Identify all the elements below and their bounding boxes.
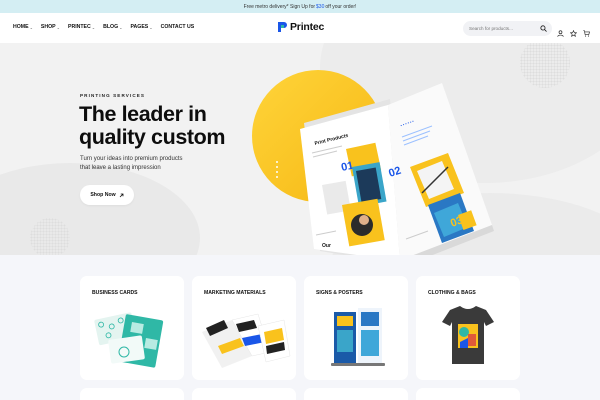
hero-headline-line: quality custom <box>79 125 226 149</box>
star-icon[interactable] <box>569 24 578 37</box>
brochure-illustration: Print Products 01 Our • • • • • • 02 03 <box>300 83 494 255</box>
user-icon[interactable] <box>557 24 564 37</box>
hero-section: PRINTING SERVICES The leader in quality … <box>0 43 600 255</box>
cart-icon[interactable] <box>583 24 590 37</box>
chevron-down-icon: ⌄ <box>119 24 123 30</box>
svg-text:Our: Our <box>322 243 331 249</box>
category-card-signs-posters[interactable]: SIGNS & POSTERS <box>304 276 408 380</box>
nav-item-contact[interactable]: CONTACT US <box>161 24 195 30</box>
nav-item-printec[interactable]: PRINTEC ⌄ <box>68 24 95 30</box>
nav-label: SHOP <box>40 24 56 30</box>
hero-eyebrow: PRINTING SERVICES <box>80 93 146 98</box>
main-nav: HOME ⌄ SHOP ⌄ PRINTEC ⌄ BLOG ⌄ PAGES ⌄ CONTAC… <box>13 24 194 30</box>
brochure-number: 01 <box>340 160 354 174</box>
category-card-marketing-materials[interactable]: MARKETING MATERIALS <box>192 276 296 380</box>
nav-item-shop[interactable]: SHOP ⌄ <box>41 24 60 30</box>
search-icon[interactable] <box>540 25 547 32</box>
nav-label: HOME <box>13 24 29 30</box>
logo-text: Printec <box>290 21 325 33</box>
search-input[interactable] <box>469 26 539 31</box>
announcement-suffix: off your order! <box>325 3 357 10</box>
site-header: HOME ⌄ SHOP ⌄ PRINTEC ⌄ BLOG ⌄ PAGES ⌄ CONTAC… <box>0 13 600 43</box>
search-box <box>463 21 552 36</box>
nav-label: CONTACT US <box>160 24 195 30</box>
dot-pattern <box>30 218 70 255</box>
shop-now-label: Shop Now <box>90 192 116 198</box>
chevron-down-icon: ⌄ <box>91 24 96 30</box>
chevron-down-icon: ⌄ <box>29 24 33 30</box>
category-card-partial[interactable] <box>192 388 296 400</box>
nav-label: PRINTEC <box>67 24 91 30</box>
announcement-text: Free metro delivery* Sign Up for <box>243 3 316 10</box>
chevron-down-icon: ⌄ <box>149 24 153 30</box>
hero-headline-line: The leader in <box>79 102 207 126</box>
nav-item-blog[interactable]: BLOG ⌄ <box>103 24 122 30</box>
site-logo[interactable]: Printec <box>278 21 324 33</box>
category-card-partial[interactable] <box>416 388 520 400</box>
business-cards-image <box>94 312 164 368</box>
category-card-partial[interactable] <box>304 388 408 400</box>
category-card-partial[interactable] <box>80 388 184 400</box>
nav-label: PAGES <box>130 24 149 30</box>
chevron-down-icon: ⌄ <box>56 24 60 30</box>
tshirt-image <box>442 306 494 364</box>
hero-headline: The leader in quality custom <box>79 103 279 149</box>
announcement-bar: Free metro delivery* Sign Up for $30 off… <box>0 0 600 13</box>
nav-item-home[interactable]: HOME ⌄ <box>13 24 33 30</box>
header-icons <box>557 24 590 37</box>
nav-item-pages[interactable]: PAGES ⌄ <box>130 24 152 30</box>
category-card-business-cards[interactable]: BUSINESS CARDS <box>80 276 184 380</box>
nav-label: BLOG <box>103 24 119 30</box>
hero-subtext-line: that leave a lasting impression <box>80 165 161 171</box>
hero-subtext: Turn your ideas into premium products th… <box>80 155 220 173</box>
category-card-clothing-bags[interactable]: CLOTHING & BAGS <box>416 276 520 380</box>
slider-dots <box>276 161 278 178</box>
signs-posters-image <box>331 308 385 366</box>
logo-mark-icon <box>278 22 287 32</box>
marketing-materials-image <box>202 313 291 368</box>
category-section: BUSINESS CARDS MARKETING MATERIALS SIGNS… <box>0 255 600 400</box>
shop-now-button[interactable]: Shop Now <box>80 185 134 205</box>
hero-subtext-line: Turn your ideas into premium products <box>80 156 183 162</box>
announcement-amount: $30 <box>316 3 325 10</box>
arrow-up-right-icon <box>119 193 124 197</box>
